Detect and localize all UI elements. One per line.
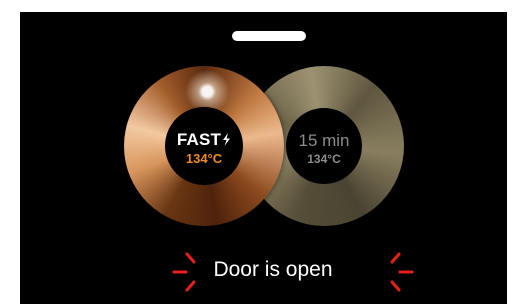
- alert-ray-right-bottom: [390, 280, 401, 292]
- alert-ray-right-top: [390, 252, 401, 264]
- door-status-message: Door is open: [213, 258, 333, 281]
- alert-ray-left-bottom: [185, 280, 196, 292]
